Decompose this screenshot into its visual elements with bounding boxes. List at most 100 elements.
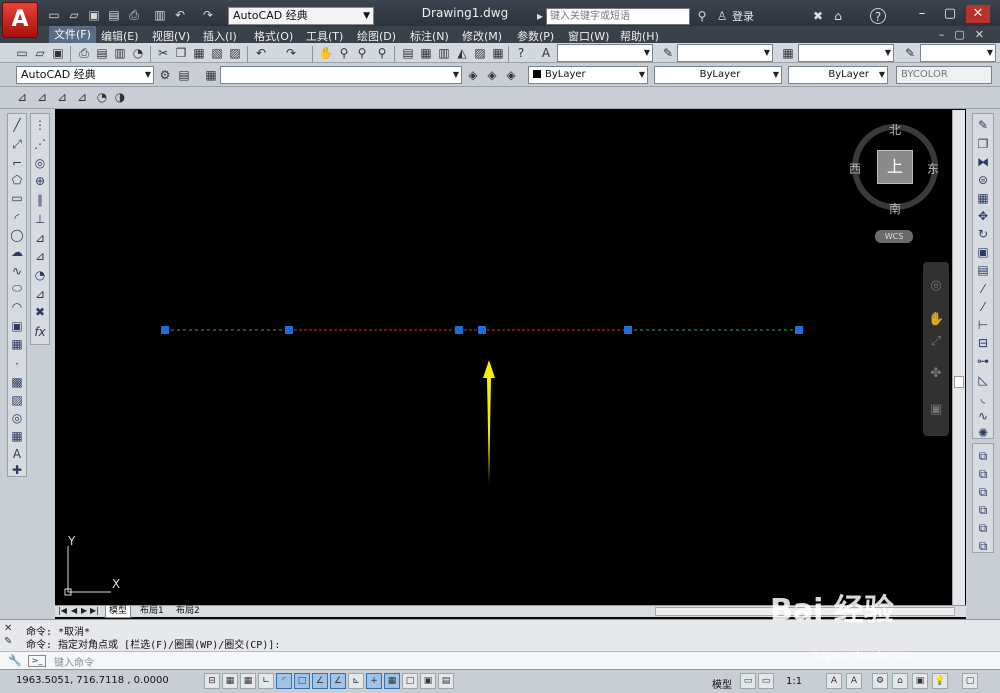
pan-icon[interactable]: ✋ [928,312,944,328]
perpendicular-icon[interactable]: ⊥ [32,211,48,227]
workspace-switcher[interactable]: AutoCAD 经典 ▼ [228,7,374,25]
break-at-point-icon[interactable]: ⊢ [975,317,991,333]
menu-window[interactable]: 窗口(W) [568,28,609,44]
insert-block-icon[interactable]: ▣ [9,318,25,334]
model-space-label[interactable]: 模型 [712,676,732,691]
ellipse-icon[interactable]: ⬭ [9,280,25,296]
make-current-layer-icon[interactable]: ◈ [465,67,481,83]
user-icon[interactable]: ♙ [714,8,730,24]
angular-constraint-icon[interactable]: ◔ [94,89,110,105]
redo-icon[interactable]: ↷ [200,7,216,23]
tab-model[interactable]: 模型 [105,606,132,618]
erase-icon[interactable]: ✎ [975,117,991,133]
transparency-toggle[interactable]: □ [402,673,418,689]
grip-point[interactable] [455,326,463,334]
otrack-toggle[interactable]: ∠ [330,673,346,689]
copy-icon[interactable]: ❐ [173,45,189,61]
preview-icon[interactable]: ▤ [94,45,110,61]
grip-point[interactable] [795,326,803,334]
save-icon[interactable]: ▣ [50,45,66,61]
tab-layout1[interactable]: 布局1 [137,606,167,618]
arc-icon[interactable]: ◜ [9,210,25,226]
dimension-style-combo[interactable]: ▼ [677,44,773,62]
lock-icon[interactable]: ⌂ [830,8,846,24]
fillet-icon[interactable]: ◟ [975,390,991,406]
grip-point[interactable] [624,326,632,334]
horizontal-constraint-icon[interactable]: ⊿ [54,89,70,105]
symmetric-icon[interactable]: ⊿ [32,286,48,302]
layer-properties-icon[interactable]: ▦ [203,67,219,83]
close-button[interactable]: ✕ [966,5,990,23]
document-window-controls[interactable]: –▢✕ [939,28,994,41]
recent-commands-icon[interactable]: >_ [28,655,46,667]
menu-parameters[interactable]: 参数(P) [517,28,554,44]
multiline-text-icon[interactable]: A [9,446,25,462]
annotation-visibility-icon[interactable]: A [826,673,842,689]
multileader-style-combo[interactable]: ▼ [920,44,996,62]
vertical-icon[interactable]: ⊿ [32,248,48,264]
offset-icon[interactable]: ⊜ [975,172,991,188]
save-as-icon[interactable]: ▤ [106,7,122,23]
isolate-objects-icon[interactable]: 💡 [932,673,948,689]
quick-view-layouts-icon[interactable]: ▭ [740,673,756,689]
layer-combo[interactable]: ▼ [220,66,462,84]
help-icon[interactable]: ? [870,8,886,24]
stretch-icon[interactable]: ▤ [975,262,991,278]
menu-dimension[interactable]: 标注(N) [410,28,449,44]
customize-icon[interactable]: 🔧 [8,654,22,667]
dyn-toggle[interactable]: + [366,673,382,689]
explode-icon[interactable]: ✺ [975,425,991,441]
chamfer-icon[interactable]: ◺ [975,372,991,388]
workspace-switching-icon[interactable]: ⚙ [872,673,888,689]
wcs-menu-button[interactable]: WCS [875,230,913,243]
linetype-combo[interactable]: ByLayer ▼ [654,66,782,84]
coordinate-readout[interactable]: 1963.5051, 716.7118 , 0.0000 [16,675,169,686]
layer-state-icon[interactable]: ◈ [503,67,519,83]
new-icon[interactable]: ▭ [46,7,62,23]
text-style-combo[interactable]: ▼ [557,44,653,62]
binoculars-icon[interactable]: ⚲ [694,8,710,24]
new-icon[interactable]: ▭ [14,45,30,61]
customize-icon[interactable]: ▤ [176,67,192,83]
zoom-window-icon[interactable]: ⚲ [354,45,370,61]
application-menu-button[interactable]: A [2,2,38,38]
clean-screen-icon[interactable]: ▢ [962,673,978,689]
undo-icon[interactable]: ↶ [253,45,269,61]
polygon-icon[interactable]: ⬠ [9,172,25,188]
infer-constraints-toggle[interactable]: ⊟ [204,673,220,689]
grid-toggle[interactable]: ▦ [240,673,256,689]
showmotion-icon[interactable]: ▣ [928,402,944,418]
aligned-constraint-icon[interactable]: ⊿ [34,89,50,105]
region-icon[interactable]: ◎ [9,410,25,426]
publish-icon[interactable]: ▥ [112,45,128,61]
lineweight-combo[interactable]: ByLayer ▼ [788,66,888,84]
bring-to-front-icon[interactable]: ⧉ [975,448,991,464]
paste-icon[interactable]: ▦ [191,45,207,61]
circle-icon[interactable]: ◯ [9,227,25,243]
viewcube-top-face[interactable]: 上 [877,150,913,184]
steering-wheel-icon[interactable]: ◎ [928,278,944,294]
rectangle-icon[interactable]: ▭ [9,190,25,206]
grip-point[interactable] [478,326,486,334]
annotation-scale[interactable]: 1:1 [786,676,802,687]
markup-icon[interactable]: ▨ [472,45,488,61]
command-input[interactable]: 键入命令 [54,654,94,669]
save-icon[interactable]: ▣ [86,7,102,23]
tab-layout2[interactable]: 布局2 [173,606,203,618]
radial-constraint-icon[interactable]: ◑ [112,89,128,105]
send-under-icon[interactable]: ⧉ [975,502,991,518]
quick-view-drawings-icon[interactable]: ▭ [758,673,774,689]
redo-icon[interactable]: ↷ [283,45,299,61]
table-style-combo[interactable]: ▼ [798,44,894,62]
options-icon[interactable]: ✎ [4,636,12,647]
hardware-acceleration-icon[interactable]: ▣ [912,673,928,689]
cut-icon[interactable]: ✂ [155,45,171,61]
menu-draw[interactable]: 绘图(D) [357,28,396,44]
gradient-icon[interactable]: ▨ [9,392,25,408]
hatch-icon[interactable]: ▩ [9,374,25,390]
coincident-icon[interactable]: ⋮ [32,117,48,133]
block-editor-icon[interactable]: ▨ [227,45,243,61]
menu-format[interactable]: 格式(O) [254,28,293,44]
menu-file[interactable]: 文件(F) [49,26,96,43]
3d-print-icon[interactable]: ◔ [130,45,146,61]
